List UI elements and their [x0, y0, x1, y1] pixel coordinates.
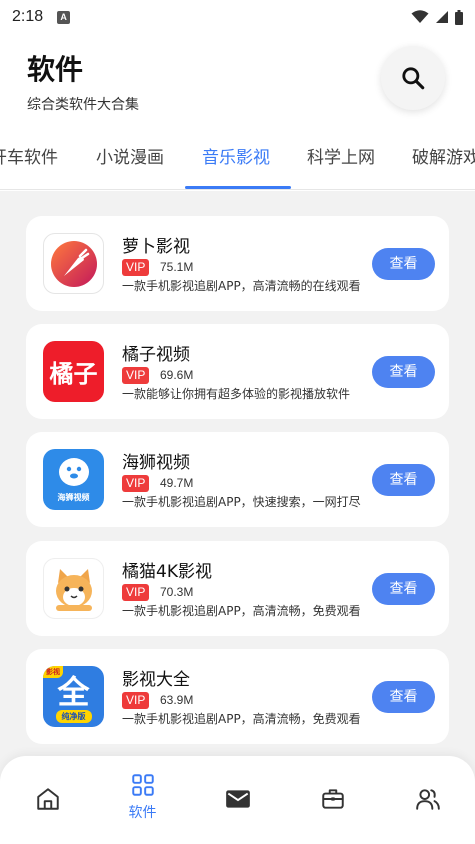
app-name: 萝卜影视 — [122, 237, 190, 257]
vip-badge: VIP — [122, 367, 150, 384]
app-name: 橘猫4K影视 — [122, 562, 212, 582]
radish-icon — [43, 233, 104, 294]
mail-icon — [225, 790, 250, 808]
app-card[interactable]: 橘猫4K影视 VIP 70.3M 一款手机影视追剧APP，高清流畅，免费观看 查… — [26, 541, 449, 636]
app-name: 影视大全 — [122, 670, 190, 690]
tab-item[interactable]: 破解游戏 — [412, 128, 475, 188]
vip-badge: VIP — [122, 584, 150, 601]
app-size: 49.7M — [160, 476, 194, 490]
view-button[interactable]: 查看 — [372, 464, 435, 496]
vip-badge: VIP — [122, 692, 150, 709]
nav-tools[interactable] — [285, 756, 380, 844]
home-icon — [36, 788, 59, 810]
app-description: 一款手机影视追剧APP，高清流畅，免费观看 — [122, 712, 361, 726]
app-size: 70.3M — [160, 585, 194, 599]
nav-software[interactable]: 软件 — [95, 756, 190, 844]
icon-text: 海狮视频 — [57, 493, 90, 502]
icon-tag: 纯净版 — [55, 710, 92, 723]
app-description: 一款能够让你拥有超多体验的影视播放软件 — [122, 387, 351, 401]
search-button[interactable] — [381, 46, 445, 110]
nav-home[interactable] — [0, 756, 95, 844]
users-icon — [415, 789, 440, 810]
nav-label: 软件 — [128, 805, 157, 821]
cat-icon — [43, 558, 104, 619]
orange-icon: 橘子 — [43, 341, 104, 402]
app-name: 海狮视频 — [122, 453, 190, 473]
app-card[interactable]: 萝卜影视 VIP 75.1M 一款手机影视追剧APP，高清流畅的在线观看 查看 — [26, 216, 449, 311]
icon-text: 全 — [57, 673, 90, 711]
notification-icon: A — [57, 10, 71, 24]
app-description: 一款手机影视追剧APP，高清流畅的在线观看 — [122, 279, 361, 293]
bottom-nav: 软件 — [0, 756, 475, 844]
battery-icon — [455, 9, 463, 25]
icon-corner: 影视 — [43, 666, 63, 678]
header: 软件 综合类软件大合集 — [0, 34, 475, 126]
page-subtitle: 综合类软件大合集 — [27, 97, 139, 113]
search-icon — [402, 67, 425, 90]
status-bar: 2:18 A — [0, 0, 475, 34]
view-button[interactable]: 查看 — [372, 681, 435, 713]
app-size: 75.1M — [160, 260, 194, 274]
quan-icon: 影视 全 纯净版 — [43, 666, 104, 727]
app-card[interactable]: 影视 全 纯净版 影视大全 VIP 63.9M 一款手机影视追剧APP，高清流畅… — [26, 649, 449, 744]
view-button[interactable]: 查看 — [372, 356, 435, 388]
app-description: 一款手机影视追剧APP，快速搜索，一网打尽 — [122, 495, 361, 509]
app-size: 69.6M — [160, 368, 194, 382]
tab-item-active[interactable]: 音乐影视 — [202, 128, 270, 188]
vip-badge: VIP — [122, 475, 150, 492]
icon-text: 橘子 — [49, 360, 98, 388]
signal-icon — [436, 11, 448, 23]
nav-messages[interactable] — [190, 756, 285, 844]
app-list: 萝卜影视 VIP 75.1M 一款手机影视追剧APP，高清流畅的在线观看 查看 … — [0, 191, 475, 791]
category-tabs: 开车软件 小说漫画 音乐影视 科学上网 破解游戏 — [0, 128, 475, 190]
view-button[interactable]: 查看 — [372, 248, 435, 280]
tab-item[interactable]: 小说漫画 — [96, 128, 164, 188]
grid-icon — [131, 774, 154, 796]
view-button[interactable]: 查看 — [372, 573, 435, 605]
status-icons — [411, 9, 463, 25]
sea-lion-icon: 海狮视频 — [43, 449, 104, 510]
app-name: 橘子视频 — [122, 345, 190, 365]
page-title: 软件 — [27, 53, 84, 86]
wifi-icon — [411, 10, 429, 23]
app-size: 63.9M — [160, 693, 194, 707]
app-card[interactable]: 橘子 橘子视频 VIP 69.6M 一款能够让你拥有超多体验的影视播放软件 查看 — [26, 324, 449, 419]
vip-badge: VIP — [122, 259, 150, 276]
briefcase-icon — [321, 789, 344, 809]
app-description: 一款手机影视追剧APP，高清流畅，免费观看 — [122, 604, 361, 618]
tab-item[interactable]: 科学上网 — [307, 128, 375, 188]
app-card[interactable]: 海狮视频 海狮视频 VIP 49.7M 一款手机影视追剧APP，快速搜索，一网打… — [26, 432, 449, 527]
tab-item[interactable]: 开车软件 — [0, 128, 58, 188]
status-time: 2:18 — [12, 8, 44, 25]
tab-indicator — [185, 186, 291, 189]
nav-profile[interactable] — [380, 756, 475, 844]
